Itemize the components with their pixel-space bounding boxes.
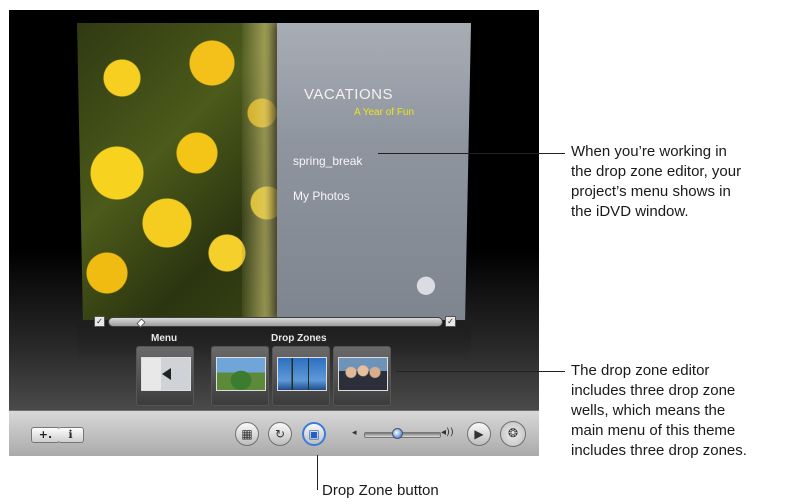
drop-zone-thumbnail-2 <box>277 357 327 391</box>
scrubber-end-checkbox[interactable]: ✓ <box>445 316 456 327</box>
menu-well-label: Menu <box>151 333 178 344</box>
scrubber-start-checkbox[interactable]: ✓ <box>94 316 105 327</box>
menu-item-my-photos[interactable]: My Photos <box>293 189 350 203</box>
wells-callout-line-2: includes three drop zone <box>571 382 736 399</box>
play-button[interactable]: ▶ <box>467 422 491 446</box>
volume-high-icon: ◂)) <box>441 427 454 438</box>
wells-callout-line-4: main menu of this theme <box>571 422 736 439</box>
drop-zone-icon: ▣ <box>308 427 320 441</box>
drop-zone-thumbnail-3 <box>338 357 388 391</box>
scrubber-track[interactable] <box>108 317 443 328</box>
callout-line-2: the drop zone editor, your <box>571 163 742 180</box>
menu-callout-line <box>378 153 565 154</box>
idvd-window: VACATIONS A Year of Fun spring_break My … <box>9 10 539 456</box>
menu-preview[interactable]: VACATIONS A Year of Fun spring_break My … <box>77 23 471 320</box>
drop-zone-button[interactable]: ▣ <box>302 422 326 446</box>
map-icon: ▦ <box>241 427 253 441</box>
callout-line-1: When you’re working in <box>571 143 727 160</box>
volume-knob[interactable] <box>392 428 403 439</box>
volume-low-icon: ◂ <box>352 428 357 438</box>
menu-subtitle: A Year of Fun <box>354 107 415 118</box>
apple-logo-icon: ● <box>415 270 437 298</box>
wells-callout: The drop zone editor includes three drop… <box>571 361 786 461</box>
callout-line-4: the iDVD window. <box>571 203 689 220</box>
menu-well[interactable] <box>136 346 194 406</box>
drop-zone-well-1[interactable] <box>211 346 269 406</box>
motion-button[interactable]: ↻ <box>268 422 292 446</box>
scrubber-knob[interactable] <box>136 318 146 328</box>
drop-zone-well-2[interactable] <box>272 346 330 406</box>
wells-callout-line-5: includes three drop zones. <box>571 442 747 459</box>
bottom-toolbar: +. ℹ ▦ ↻ ▣ ◂ ◂)) ▶ ❂ <box>9 410 539 456</box>
info-button[interactable]: ℹ <box>58 427 84 443</box>
menu-stage: VACATIONS A Year of Fun spring_break My … <box>9 10 539 410</box>
wells-callout-line <box>396 371 565 372</box>
menu-text-panel: VACATIONS A Year of Fun spring_break My … <box>277 23 471 320</box>
burn-icon: ❂ <box>507 426 519 440</box>
map-button[interactable]: ▦ <box>235 422 259 446</box>
menu-thumbnail <box>141 357 191 391</box>
motion-loop-icon: ↻ <box>274 427 286 441</box>
drop-zone-well-3[interactable] <box>333 346 391 406</box>
burn-button[interactable]: ❂ <box>500 421 526 447</box>
play-icon: ▶ <box>474 427 484 441</box>
menu-item-spring-break[interactable]: spring_break <box>293 154 362 168</box>
dropzone-button-callout-line <box>317 455 318 490</box>
scrubber-row: ✓ ✓ <box>94 316 464 328</box>
menu-window-callout: When you’re working in the drop zone edi… <box>571 142 786 222</box>
dropzone-button-callout: Drop Zone button <box>322 482 439 499</box>
wells-callout-line-3: wells, which means the <box>571 402 726 419</box>
drop-zone-thumbnail-1 <box>216 357 266 391</box>
add-button[interactable]: +. <box>31 427 60 443</box>
wells-callout-line-1: The drop zone editor <box>571 362 710 379</box>
drop-zones-label: Drop Zones <box>271 333 327 344</box>
callout-line-3: project’s menu shows in <box>571 183 731 200</box>
menu-title: VACATIONS <box>304 86 393 103</box>
